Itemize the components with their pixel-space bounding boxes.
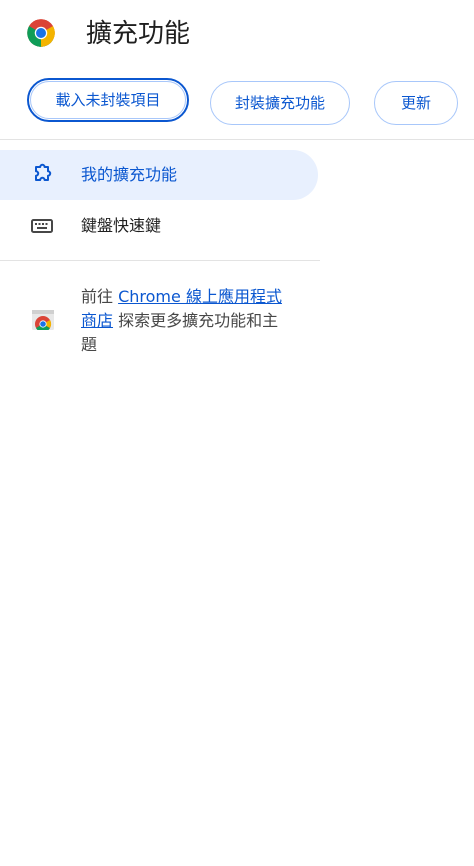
extension-puzzle-icon	[35, 163, 52, 181]
page-header: 擴充功能	[0, 0, 474, 70]
chrome-web-store-icon	[32, 310, 54, 332]
sidebar-item-label: 我的擴充功能	[81, 165, 178, 184]
sidebar-item-keyboard-shortcuts[interactable]: 鍵盤快速鍵	[0, 201, 318, 251]
page-title: 擴充功能	[86, 19, 191, 49]
sidebar-item-label: 鍵盤快速鍵	[81, 216, 162, 235]
web-store-text: 前往 Chrome 線上應用程式商店 探索更多擴充功能和主題	[81, 285, 291, 357]
developer-toolbar: 載入未封裝項目 封裝擴充功能 更新	[0, 78, 474, 130]
sidebar-item-my-extensions[interactable]: 我的擴充功能	[0, 150, 318, 200]
header-divider	[0, 139, 474, 140]
web-store-promo: 前往 Chrome 線上應用程式商店 探索更多擴充功能和主題	[0, 282, 320, 362]
sidebar-divider	[0, 260, 320, 261]
web-store-prefix: 前往	[81, 287, 119, 306]
keyboard-icon	[31, 219, 53, 233]
load-unpacked-button[interactable]: 載入未封裝項目	[27, 78, 189, 122]
pack-extension-button[interactable]: 封裝擴充功能	[210, 81, 350, 125]
chrome-logo-icon	[27, 19, 55, 47]
update-button[interactable]: 更新	[374, 81, 458, 125]
